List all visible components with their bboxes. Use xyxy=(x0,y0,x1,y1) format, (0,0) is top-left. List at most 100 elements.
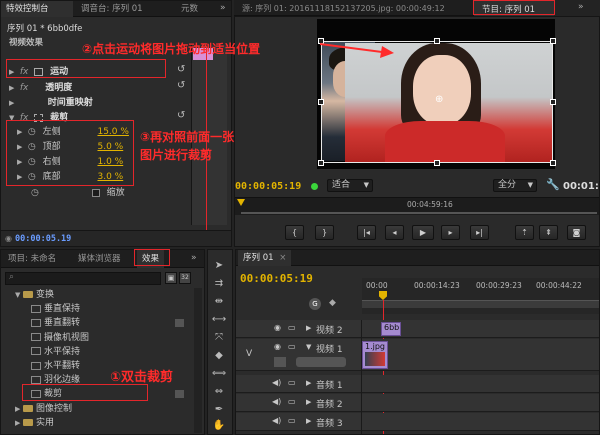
timeline-work-area[interactable] xyxy=(362,300,599,308)
tab-sequence[interactable]: 序列 01 × xyxy=(238,250,292,266)
32bit-effects-icon[interactable]: 32 xyxy=(179,272,191,284)
tab-overflow-icon[interactable]: » xyxy=(191,253,197,263)
speaker-icon[interactable]: ◀) xyxy=(272,397,281,406)
opacity-reset-icon[interactable]: ↺ xyxy=(177,80,185,91)
track-select-tool-icon[interactable]: ⇉ xyxy=(211,276,227,292)
track-expand-icon[interactable]: ▶ xyxy=(306,324,311,332)
extract-button[interactable]: ⇞ xyxy=(539,225,558,240)
play-button[interactable]: ▶ xyxy=(412,225,434,240)
source-monitor-title[interactable]: 源: 序列 01: 20161118152137205.jpg: 00:00:4… xyxy=(242,3,467,14)
collapse-triangle-icon[interactable]: ▼ xyxy=(15,288,23,302)
close-icon[interactable]: × xyxy=(279,253,286,263)
effects-item[interactable]: 垂直翻转 xyxy=(1,316,191,330)
handle-tm[interactable] xyxy=(434,38,440,44)
clip-video-1[interactable]: 1.jpg xyxy=(362,341,388,369)
lock-icon[interactable]: ▭ xyxy=(288,323,296,332)
tab-metadata[interactable]: 元数 xyxy=(176,1,203,17)
go-to-out-button[interactable]: ▸| xyxy=(470,225,489,240)
effects-folder[interactable]: ▼ 变换 xyxy=(1,288,191,302)
effect-controls-timecode[interactable]: 00:00:05.19 xyxy=(15,234,71,244)
handle-ml[interactable] xyxy=(318,99,324,105)
keyframe-dropdown[interactable] xyxy=(296,357,346,367)
stopwatch-icon[interactable]: ◷ xyxy=(31,188,39,198)
clip-video-2[interactable]: 6bb xyxy=(381,322,401,336)
program-scrubber[interactable] xyxy=(241,212,597,214)
full-dropdown[interactable]: 全分 ▼ xyxy=(493,179,537,192)
effects-folder[interactable]: ▶ 图像控制 xyxy=(1,402,191,416)
hand-tool-icon[interactable]: ✋ xyxy=(211,418,227,434)
expand-triangle-icon[interactable]: ▶ xyxy=(15,402,23,416)
track-expand-icon[interactable]: ▶ xyxy=(306,379,311,387)
track-target-v[interactable]: V xyxy=(246,349,252,359)
handle-tr[interactable] xyxy=(550,38,556,44)
effects-item[interactable]: 摄像机视图 xyxy=(1,331,191,345)
rolling-edit-tool-icon[interactable]: ⟷ xyxy=(211,312,227,328)
snap-icon[interactable]: G xyxy=(309,298,321,310)
track-video-1[interactable]: V ◉ ▭ ▼ 视频 1 xyxy=(236,339,599,371)
go-to-in-button[interactable]: |◂ xyxy=(357,225,376,240)
mark-out-button[interactable]: } xyxy=(315,225,334,240)
program-overflow-icon[interactable]: » xyxy=(578,2,584,12)
fit-dropdown[interactable]: 适合 ▼ xyxy=(327,179,373,192)
crop-scale-row[interactable]: ◷ 缩放 xyxy=(1,186,231,200)
tab-overflow-icon[interactable]: » xyxy=(220,3,226,13)
expand-triangle-icon[interactable]: ▶ xyxy=(15,416,23,430)
time-remap-row[interactable]: ▶ 时间重映射 xyxy=(1,96,231,110)
effects-folder[interactable]: ▶ 实用 xyxy=(1,416,191,430)
track-collapse-icon[interactable]: ▼ xyxy=(306,343,311,351)
handle-mr[interactable] xyxy=(550,99,556,105)
handle-bl[interactable] xyxy=(318,160,324,166)
pen-tool-icon[interactable]: ✒ xyxy=(211,402,227,418)
lock-icon[interactable]: ▭ xyxy=(288,416,296,425)
ripple-edit-tool-icon[interactable]: ⇹ xyxy=(211,294,227,310)
mark-in-button[interactable]: { xyxy=(285,225,304,240)
speaker-icon[interactable]: ◀) xyxy=(272,378,281,387)
wrench-icon[interactable]: 🔧 xyxy=(546,178,560,191)
lift-button[interactable]: ⇡ xyxy=(515,225,534,240)
razor-tool-icon[interactable]: ◆ xyxy=(211,348,227,364)
expand-triangle-icon[interactable]: ▶ xyxy=(9,81,17,95)
track-expand-icon[interactable]: ▶ xyxy=(306,398,311,406)
track-audio-3[interactable]: ◀) ▭ ▶ 音频 3 xyxy=(236,413,599,431)
speaker-icon[interactable]: ◀) xyxy=(272,416,281,425)
lock-icon[interactable]: ▭ xyxy=(288,397,296,406)
program-timecode[interactable]: 00:00:05:19 xyxy=(235,181,301,192)
slip-tool-icon[interactable]: ⟺ xyxy=(211,366,227,382)
tab-media-browser[interactable]: 媒体浏览器 xyxy=(73,250,126,268)
rate-stretch-tool-icon[interactable]: ⤧ xyxy=(211,330,227,346)
track-audio-2[interactable]: ◀) ▭ ▶ 音频 2 xyxy=(236,394,599,412)
track-audio-1[interactable]: ◀) ▭ ▶ 音频 1 xyxy=(236,375,599,393)
scale-checkbox[interactable] xyxy=(91,188,100,197)
program-ruler-playhead[interactable] xyxy=(237,199,245,206)
lock-icon[interactable]: ▭ xyxy=(288,342,296,351)
export-frame-button[interactable]: ◙ xyxy=(567,225,586,240)
marker-icon[interactable]: ◆ xyxy=(329,298,336,308)
selection-tool-icon[interactable]: ➤ xyxy=(211,258,227,274)
keyframe-nav-icon[interactable] xyxy=(274,357,286,367)
motion-reset-icon[interactable]: ↺ xyxy=(177,64,185,75)
step-back-button[interactable]: ◂ xyxy=(385,225,404,240)
accelerated-effects-icon[interactable]: ▣ xyxy=(165,272,177,284)
effect-zoom-icon[interactable]: ◉ xyxy=(5,234,12,243)
anchor-point-icon[interactable]: ⊕ xyxy=(435,94,443,105)
eye-icon[interactable]: ◉ xyxy=(274,323,281,332)
effects-search-input[interactable] xyxy=(5,272,161,285)
handle-bm[interactable] xyxy=(434,160,440,166)
tab-effect-controls[interactable]: 特效控制台 xyxy=(1,1,73,17)
timeline-timecode[interactable]: 00:00:05:19 xyxy=(240,272,313,285)
handle-br[interactable] xyxy=(550,160,556,166)
eye-icon[interactable]: ◉ xyxy=(274,342,281,351)
track-expand-icon[interactable]: ▶ xyxy=(306,417,311,425)
effects-item[interactable]: 垂直保持 xyxy=(1,302,191,316)
expand-triangle-icon[interactable]: ▶ xyxy=(9,96,17,110)
tab-project[interactable]: 项目: 未命名 xyxy=(3,250,61,268)
lock-icon[interactable]: ▭ xyxy=(288,378,296,387)
effects-item[interactable]: 水平保持 xyxy=(1,345,191,359)
effects-scrollbar[interactable] xyxy=(194,288,202,433)
opacity-row[interactable]: ▶ fx 透明度 xyxy=(1,81,231,95)
tab-audio-mixer[interactable]: 调音台: 序列 01 xyxy=(76,1,148,17)
slide-tool-icon[interactable]: ⇔ xyxy=(211,384,227,400)
step-forward-button[interactable]: ▸ xyxy=(441,225,460,240)
track-video-2[interactable]: ◉ ▭ ▶ 视频 2 xyxy=(236,320,599,338)
crop-reset-icon[interactable]: ↺ xyxy=(177,110,185,121)
